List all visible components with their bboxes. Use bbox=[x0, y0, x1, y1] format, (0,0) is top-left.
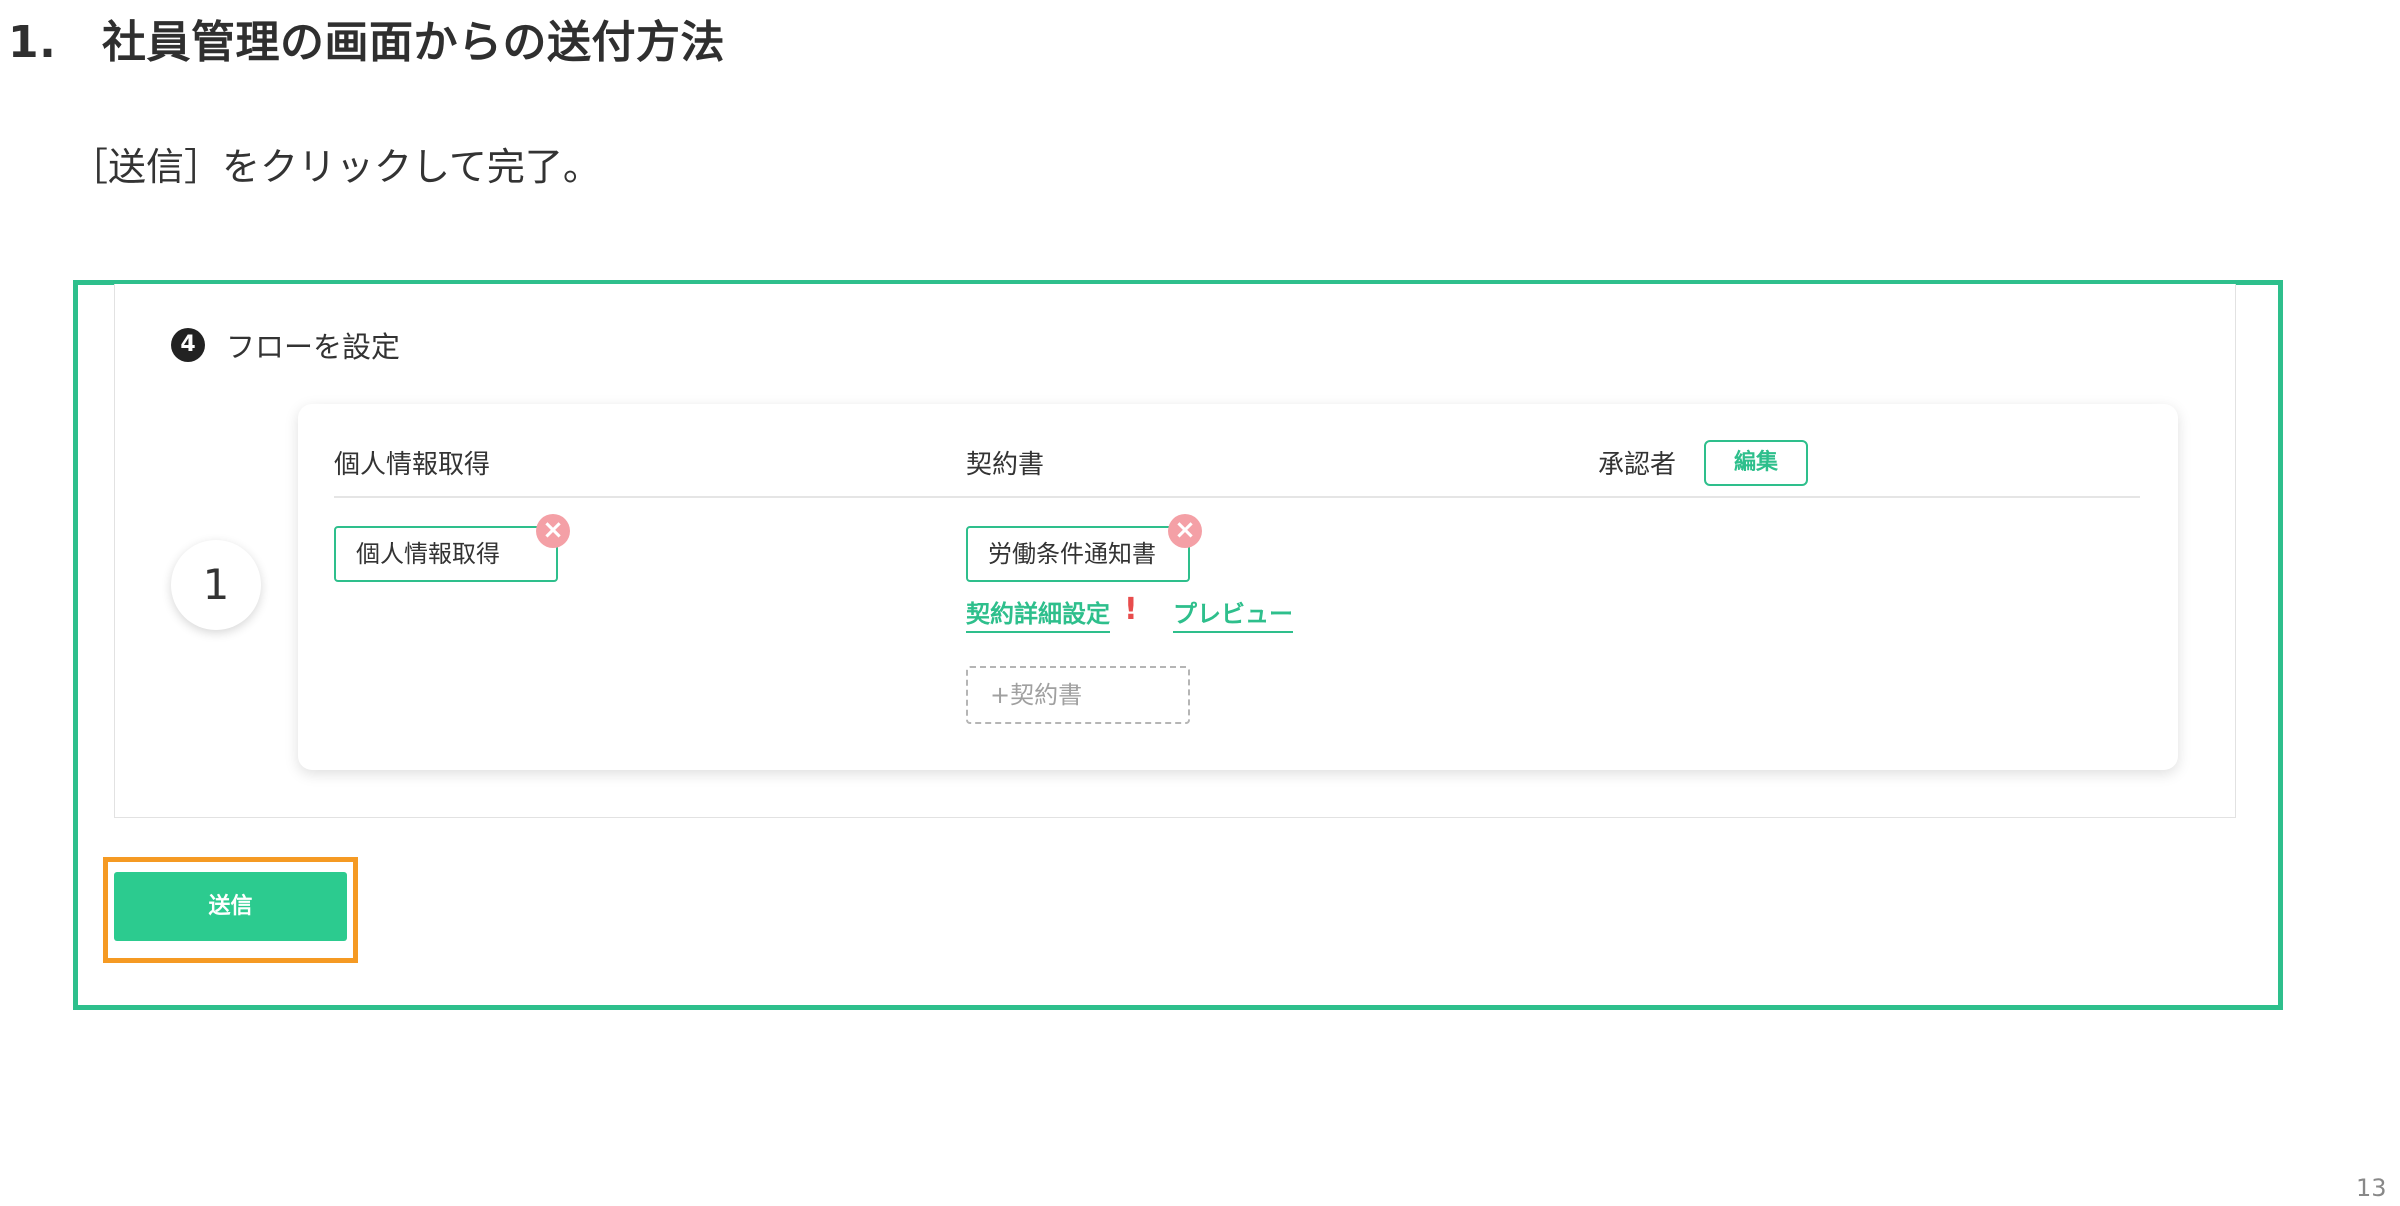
section-title: フローを設定 bbox=[226, 330, 401, 364]
heading-title: 社員管理の画面からの送付方法 bbox=[102, 17, 725, 68]
instruction-text: ［送信］をクリックして完了。 bbox=[70, 145, 601, 189]
send-button[interactable]: 送信 bbox=[114, 872, 347, 941]
column-header-contract: 契約書 bbox=[966, 450, 1045, 480]
flow-order-circle: 1 bbox=[171, 540, 261, 630]
remove-contract-icon[interactable]: × bbox=[1168, 514, 1202, 548]
heading-number: 1. bbox=[8, 17, 57, 68]
flow-card bbox=[298, 404, 2178, 770]
personal-info-chip[interactable]: 個人情報取得 bbox=[334, 526, 558, 582]
add-contract-button[interactable]: +契約書 bbox=[966, 666, 1190, 724]
step-number-badge: 4 bbox=[171, 328, 205, 362]
header-divider bbox=[334, 496, 2140, 498]
remove-personal-info-icon[interactable]: × bbox=[536, 514, 570, 548]
page-number: 13 bbox=[2356, 1174, 2387, 1202]
warning-icon: ! bbox=[1124, 592, 1138, 627]
page-heading: 1. 社員管理の画面からの送付方法 bbox=[8, 6, 725, 70]
edit-approver-button[interactable]: 編集 bbox=[1704, 440, 1808, 486]
contract-chip[interactable]: 労働条件通知書 bbox=[966, 526, 1190, 582]
column-header-approver: 承認者 bbox=[1598, 450, 1677, 480]
column-header-personal-info: 個人情報取得 bbox=[334, 450, 491, 480]
preview-link[interactable]: プレビュー bbox=[1173, 594, 1293, 633]
contract-detail-settings-link[interactable]: 契約詳細設定 bbox=[966, 594, 1110, 633]
